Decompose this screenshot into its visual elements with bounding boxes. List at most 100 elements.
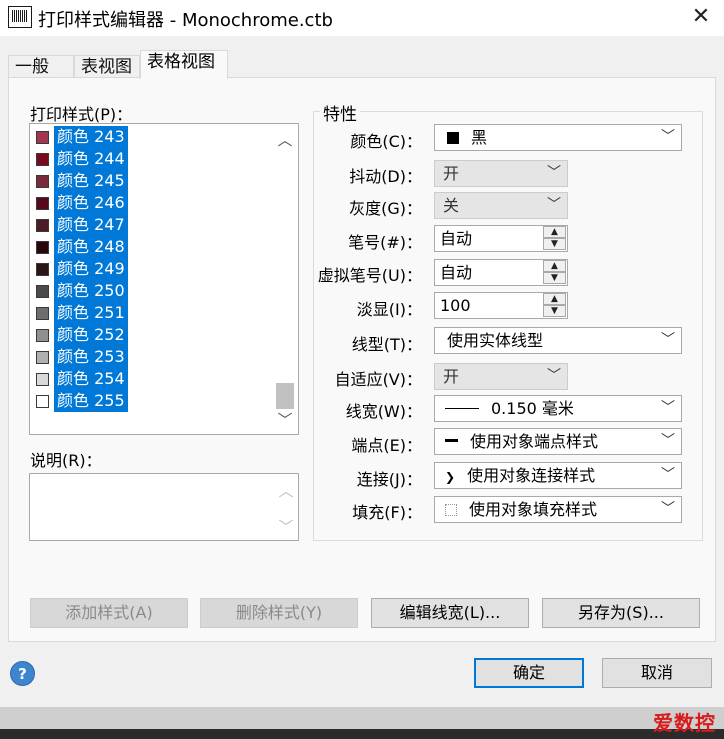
list-item[interactable]: 颜色 252 (34, 324, 270, 346)
chevron-down-icon: ﹀ (661, 129, 675, 145)
virtual-pen-label: 虚拟笔号(U)： (317, 266, 422, 285)
edit-lineweights-button[interactable]: 编辑线宽(L)... (371, 598, 529, 628)
pen-number-label: 笔号(#)： (348, 233, 422, 252)
scroll-up-icon[interactable]: ︿ (273, 129, 297, 151)
grayscale-select[interactable]: 关 ﹀ (434, 192, 568, 219)
spin-up-icon[interactable]: ▲ (543, 293, 566, 305)
screening-label: 淡显(I)： (356, 300, 422, 319)
delete-style-button[interactable]: 删除样式(Y) (200, 598, 358, 628)
chevron-down-icon: ﹀ (661, 400, 675, 416)
virtual-pen-spinner[interactable]: 自动 ▲ ▼ (434, 259, 568, 286)
chevron-down-icon: ﹀ (661, 501, 675, 517)
list-item[interactable]: 颜色 249 (34, 258, 270, 280)
help-icon[interactable]: ? (10, 661, 35, 686)
fill-select[interactable]: 使用对象填充样式 ﹀ (434, 496, 682, 523)
color-swatch-icon (36, 395, 49, 408)
taskbar-edge (0, 729, 724, 739)
list-item[interactable]: 颜色 255 (34, 390, 270, 412)
list-item[interactable]: 颜色 254 (34, 368, 270, 390)
list-item[interactable]: 颜色 244 (34, 148, 270, 170)
spin-down-icon[interactable]: ▼ (543, 305, 566, 317)
dither-value: 开 (443, 164, 460, 183)
color-swatch-icon (36, 351, 49, 364)
adaptive-select[interactable]: 开 ﹀ (434, 363, 568, 390)
list-item[interactable]: 颜色 246 (34, 192, 270, 214)
tab-table-view[interactable]: 表视图 (74, 55, 140, 78)
tab-general[interactable]: 一般 (8, 55, 74, 78)
linetype-label: 线型(T)： (351, 335, 422, 354)
add-style-button[interactable]: 添加样式(A) (30, 598, 188, 628)
lineweight-select[interactable]: 0.150 毫米 ﹀ (434, 395, 682, 422)
chevron-down-icon: ﹀ (661, 332, 675, 348)
plot-styles-label: 打印样式(P)： (30, 105, 133, 124)
color-swatch-icon (36, 329, 49, 342)
color-swatch-icon (36, 307, 49, 320)
list-item-label: 颜色 253 (54, 346, 128, 368)
chevron-down-icon: ﹀ (547, 165, 561, 181)
close-button[interactable]: ✕ (686, 4, 716, 32)
line-end-style-icon (445, 439, 458, 442)
plot-style-app-icon (8, 6, 32, 28)
list-item-label: 颜色 247 (54, 214, 128, 236)
screening-value: 100 (440, 296, 471, 315)
list-item[interactable]: 颜色 247 (34, 214, 270, 236)
ok-button[interactable]: 确定 (474, 658, 584, 688)
scroll-down-icon[interactable]: ﹀ (273, 409, 297, 431)
line-end-value: 使用对象端点样式 (470, 432, 599, 451)
color-swatch-icon (36, 131, 49, 144)
list-item-label: 颜色 251 (54, 302, 128, 324)
save-as-button[interactable]: 另存为(S)... (542, 598, 700, 628)
line-join-select[interactable]: ❯ 使用对象连接样式 ﹀ (434, 462, 682, 489)
screening-spinner[interactable]: 100 ▲ ▼ (434, 292, 568, 319)
chevron-down-icon: ﹀ (661, 467, 675, 483)
color-swatch-icon (36, 285, 49, 298)
title-bar: 打印样式编辑器 - Monochrome.ctb ✕ (0, 0, 724, 36)
color-label: 颜色(C)： (350, 132, 422, 151)
list-item[interactable]: 颜色 250 (34, 280, 270, 302)
grayscale-value: 关 (443, 196, 460, 215)
desc-scroll-up-icon: ︿ (278, 482, 294, 500)
plot-styles-list[interactable]: 颜色 243 颜色 244 颜色 245 颜色 246 颜色 247 颜色 248 颜色 2… (29, 123, 299, 435)
description-textarea[interactable]: ︿ ﹀ (29, 473, 299, 541)
plot-styles-scrollbar[interactable]: ︿ ﹀ (273, 125, 297, 433)
line-join-label: 连接(J)： (356, 470, 422, 489)
pen-number-value: 自动 (440, 229, 473, 248)
chevron-down-icon: ﹀ (547, 197, 561, 213)
list-item[interactable]: 颜色 251 (34, 302, 270, 324)
properties-group-title: 特性 (320, 100, 360, 125)
linetype-value: 使用实体线型 (447, 331, 544, 350)
list-item-label: 颜色 252 (54, 324, 128, 346)
scroll-thumb[interactable] (276, 383, 294, 409)
list-item-label: 颜色 245 (54, 170, 128, 192)
color-select[interactable]: 黑 ﹀ (434, 124, 682, 151)
spin-down-icon[interactable]: ▼ (543, 238, 566, 250)
line-join-value: 使用对象连接样式 (467, 466, 596, 485)
fill-style-icon (445, 504, 457, 516)
lineweight-label: 线宽(W)： (345, 402, 422, 421)
list-item-label: 颜色 250 (54, 280, 128, 302)
dither-select[interactable]: 开 ﹀ (434, 160, 568, 187)
fill-value: 使用对象填充样式 (469, 500, 598, 519)
list-item[interactable]: 颜色 248 (34, 236, 270, 258)
color-swatch-icon (36, 197, 49, 210)
dither-label: 抖动(D)： (349, 167, 422, 186)
list-item[interactable]: 颜色 253 (34, 346, 270, 368)
spin-up-icon[interactable]: ▲ (543, 226, 566, 238)
spin-down-icon[interactable]: ▼ (543, 272, 566, 284)
list-item[interactable]: 颜色 245 (34, 170, 270, 192)
linetype-select[interactable]: 使用实体线型 ﹀ (434, 327, 682, 354)
line-end-label: 端点(E)： (351, 436, 422, 455)
cancel-button[interactable]: 取消 (602, 658, 712, 688)
list-item-label: 颜色 254 (54, 368, 128, 390)
spin-up-icon[interactable]: ▲ (543, 260, 566, 272)
virtual-pen-value: 自动 (440, 263, 473, 282)
color-value: 黑 (471, 128, 488, 147)
fill-label: 填充(F)： (352, 503, 422, 522)
list-item-label: 颜色 246 (54, 192, 128, 214)
description-label: 说明(R)： (30, 451, 102, 470)
list-item[interactable]: 颜色 243 (34, 126, 270, 148)
line-join-style-icon: ❯ (445, 470, 456, 484)
tab-form-view[interactable]: 表格视图 (140, 50, 228, 79)
line-end-select[interactable]: 使用对象端点样式 ﹀ (434, 428, 682, 455)
pen-number-spinner[interactable]: 自动 ▲ ▼ (434, 225, 568, 252)
